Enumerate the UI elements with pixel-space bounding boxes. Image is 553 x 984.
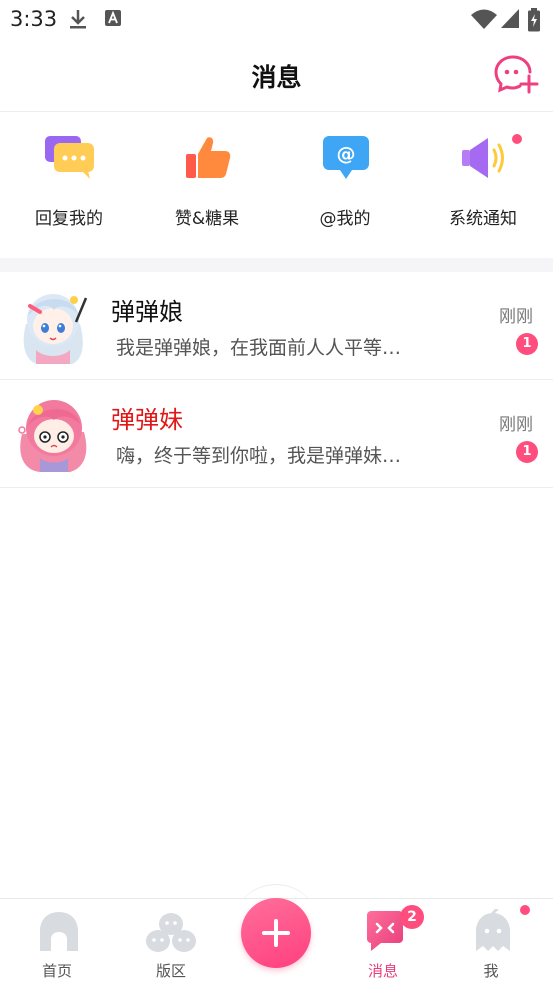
conversation-time: 刚刚 — [499, 307, 533, 327]
add-chat-button[interactable] — [493, 54, 539, 94]
nav-badge: 2 — [400, 905, 424, 929]
unread-badge: 1 — [516, 333, 538, 355]
wifi-icon — [471, 9, 497, 29]
notification-dot — [512, 134, 522, 144]
conversation-item[interactable]: 弹弹娘 我是弹弹娘，在我面前人人平等… 刚刚 1 — [0, 272, 553, 380]
nav-label: 版区 — [155, 962, 186, 980]
quick-action-label: 回复我的 — [35, 209, 103, 229]
quick-action-label: 系统通知 — [449, 209, 517, 229]
avatar — [23, 294, 88, 364]
quick-action-system[interactable]: 系统通知 — [414, 134, 552, 244]
nav-profile[interactable]: 我 — [436, 899, 546, 984]
home-icon — [40, 912, 78, 951]
quick-actions: 回复我的 赞&糖果 @ @我的 系统通知 — [0, 112, 553, 258]
section-divider — [0, 258, 553, 272]
quick-action-label: @我的 — [319, 209, 371, 229]
header: 消息 — [0, 38, 553, 112]
notification-dot — [520, 905, 530, 915]
speaker-icon — [462, 138, 504, 178]
status-bar: 3:33 — [0, 0, 553, 38]
unread-badge: 1 — [516, 441, 538, 463]
plus-icon — [262, 919, 290, 947]
conversation-time: 刚刚 — [499, 415, 533, 435]
conversation-list: 弹弹娘 我是弹弹娘，在我面前人人平等… 刚刚 1 弹弹妹 嗨，终于等到你啦，我是… — [0, 272, 553, 488]
battery-charging-icon — [528, 8, 540, 32]
section-icon — [146, 913, 196, 952]
svg-text:@: @ — [337, 143, 356, 165]
nav-home[interactable]: 首页 — [2, 899, 112, 984]
status-time: 3:33 — [10, 7, 58, 31]
keyboard-a-icon — [105, 10, 121, 26]
conversation-name: 弹弹娘 — [111, 298, 183, 326]
signal-icon — [501, 9, 519, 28]
quick-action-reply[interactable]: 回复我的 — [0, 134, 138, 244]
quick-action-label: 赞&糖果 — [174, 209, 240, 229]
nav-messages[interactable]: 2 消息 — [328, 899, 438, 984]
conversation-name: 弹弹妹 — [111, 406, 183, 434]
at-mention-icon: @ — [323, 136, 369, 179]
nav-label: 我 — [483, 962, 499, 980]
quick-action-likes[interactable]: 赞&糖果 — [138, 134, 276, 244]
nav-section[interactable]: 版区 — [116, 899, 226, 984]
thumbs-up-icon — [186, 137, 231, 178]
nav-label: 消息 — [367, 962, 398, 980]
avatar — [18, 400, 87, 472]
compose-button[interactable] — [241, 898, 311, 968]
conversation-preview: 嗨，终于等到你啦，我是弹弹妹… — [116, 445, 402, 467]
conversation-item[interactable]: 弹弹妹 嗨，终于等到你啦，我是弹弹妹… 刚刚 1 — [0, 380, 553, 488]
download-icon — [70, 10, 86, 29]
nav-label: 首页 — [41, 962, 72, 980]
conversation-preview: 我是弹弹娘，在我面前人人平等… — [116, 337, 402, 359]
quick-action-mentions[interactable]: @ @我的 — [276, 134, 414, 244]
page-title: 消息 — [251, 63, 302, 92]
profile-icon — [476, 909, 510, 951]
reply-chat-icon — [45, 136, 94, 179]
